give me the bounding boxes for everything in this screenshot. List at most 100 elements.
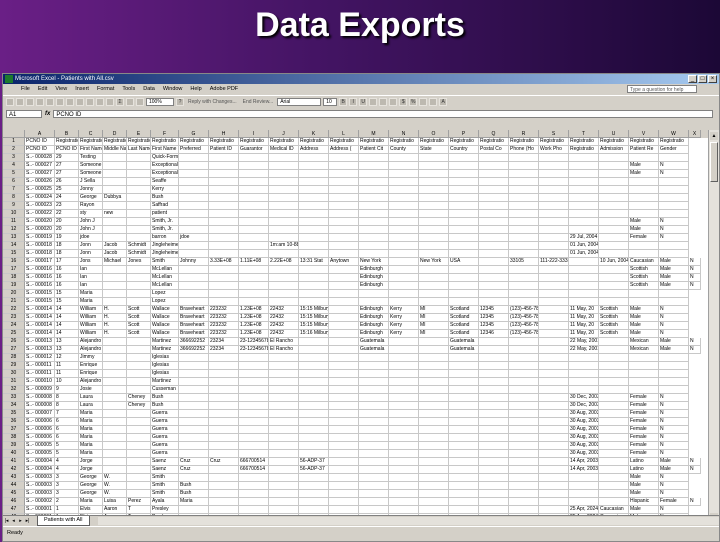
cell[interactable]: Martinez: [151, 338, 179, 346]
cell[interactable]: jdoe: [79, 234, 103, 242]
cell[interactable]: [239, 442, 269, 450]
cell[interactable]: [179, 418, 209, 426]
cell[interactable]: [449, 378, 479, 386]
copy-icon[interactable]: [76, 98, 84, 106]
align-center-icon[interactable]: [379, 98, 388, 106]
cell[interactable]: 666700514: [239, 466, 269, 474]
cell[interactable]: [299, 154, 329, 162]
menu-window[interactable]: Window: [159, 84, 187, 95]
spelling-icon[interactable]: [56, 98, 64, 106]
name-box[interactable]: A1: [6, 109, 42, 118]
cell[interactable]: [359, 298, 389, 306]
cell[interactable]: George: [79, 194, 103, 202]
cell[interactable]: 10: [55, 378, 79, 386]
cell[interactable]: [389, 162, 419, 170]
cell[interactable]: [659, 210, 689, 218]
cell[interactable]: PCNO ID: [25, 138, 55, 146]
fx-icon[interactable]: fx: [45, 111, 50, 117]
menu-edit[interactable]: Edit: [34, 84, 51, 95]
cell[interactable]: [209, 378, 239, 386]
cell[interactable]: [359, 154, 389, 162]
cell[interactable]: Registratio: [569, 146, 599, 154]
cell[interactable]: [299, 354, 329, 362]
cell[interactable]: [389, 362, 419, 370]
cell[interactable]: Cheney: [127, 402, 151, 410]
cell[interactable]: [629, 194, 659, 202]
row-header[interactable]: 19: [3, 282, 25, 290]
cell[interactable]: [103, 402, 127, 410]
cell[interactable]: Mexican: [629, 338, 659, 346]
cell[interactable]: Registratio: [151, 138, 179, 146]
cell[interactable]: 666700514: [239, 458, 269, 466]
cell[interactable]: [599, 378, 629, 386]
cell[interactable]: S..- 000018: [25, 250, 55, 258]
cell[interactable]: [479, 450, 509, 458]
cell[interactable]: [509, 362, 539, 370]
row-header[interactable]: 41: [3, 458, 25, 466]
cell[interactable]: Scotland: [449, 330, 479, 338]
cell[interactable]: [103, 154, 127, 162]
cell[interactable]: Registratio: [389, 138, 419, 146]
cell[interactable]: [239, 242, 269, 250]
cell[interactable]: Maria: [79, 442, 103, 450]
cell[interactable]: [569, 482, 599, 490]
cell[interactable]: [299, 434, 329, 442]
cell[interactable]: Bush: [151, 394, 179, 402]
cell[interactable]: [329, 170, 359, 178]
cell[interactable]: Registratio: [329, 138, 359, 146]
cell[interactable]: [539, 298, 569, 306]
column-header[interactable]: K: [299, 130, 329, 138]
cell[interactable]: [127, 226, 151, 234]
cell[interactable]: [209, 434, 239, 442]
cell[interactable]: [329, 218, 359, 226]
cell[interactable]: [127, 266, 151, 274]
cell[interactable]: 22 May, 2001: [569, 346, 599, 354]
cell[interactable]: [359, 442, 389, 450]
cell[interactable]: Wallace: [151, 314, 179, 322]
cell[interactable]: Lopez: [151, 290, 179, 298]
menu-tools[interactable]: Tools: [118, 84, 139, 95]
cell[interactable]: [299, 234, 329, 242]
cell[interactable]: [479, 210, 509, 218]
cell[interactable]: [269, 202, 299, 210]
cell[interactable]: S..- 000010: [25, 378, 55, 386]
cell[interactable]: N: [659, 442, 689, 450]
cell[interactable]: N: [689, 498, 701, 506]
cell[interactable]: William: [79, 322, 103, 330]
cell[interactable]: [449, 242, 479, 250]
cell[interactable]: [127, 178, 151, 186]
cell[interactable]: [479, 474, 509, 482]
cell[interactable]: 29 Jul, 2004: [569, 234, 599, 242]
cell[interactable]: [389, 394, 419, 402]
cell[interactable]: N: [689, 346, 701, 354]
cell[interactable]: [479, 218, 509, 226]
cell[interactable]: [103, 186, 127, 194]
cell[interactable]: Schmidt: [127, 250, 151, 258]
cell[interactable]: S..- 000014: [25, 330, 55, 338]
cell[interactable]: [103, 170, 127, 178]
cell[interactable]: [599, 434, 629, 442]
cell[interactable]: Male: [659, 266, 689, 274]
cell[interactable]: [569, 266, 599, 274]
cell[interactable]: [239, 410, 269, 418]
cell[interactable]: Kerry: [151, 186, 179, 194]
cell[interactable]: [509, 218, 539, 226]
cell[interactable]: 27: [55, 170, 79, 178]
cell[interactable]: [299, 346, 329, 354]
cell[interactable]: 366692252: [179, 346, 209, 354]
cell[interactable]: Caucasian: [629, 258, 659, 266]
cell[interactable]: [599, 298, 629, 306]
cell[interactable]: Male: [629, 170, 659, 178]
cell[interactable]: [179, 410, 209, 418]
cell[interactable]: [599, 466, 629, 474]
cell[interactable]: [127, 274, 151, 282]
cell[interactable]: [419, 458, 449, 466]
cell[interactable]: [419, 290, 449, 298]
row-header[interactable]: 8: [3, 194, 25, 202]
cell[interactable]: Registratio: [103, 138, 127, 146]
cell[interactable]: [299, 266, 329, 274]
cell[interactable]: [299, 370, 329, 378]
column-header[interactable]: H: [209, 130, 239, 138]
cell[interactable]: [269, 418, 299, 426]
row-header[interactable]: 7: [3, 186, 25, 194]
